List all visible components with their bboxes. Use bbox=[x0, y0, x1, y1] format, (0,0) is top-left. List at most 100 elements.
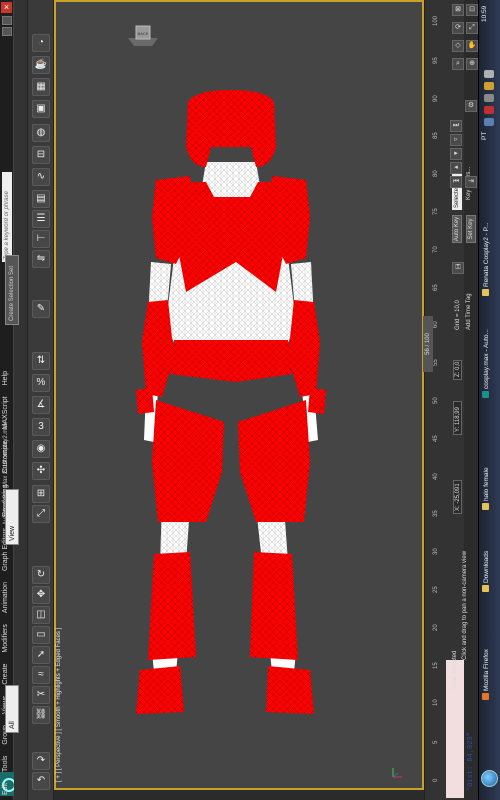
go-to-end-icon[interactable]: ⏭ bbox=[450, 120, 462, 132]
pivot-icon[interactable]: ⊞ bbox=[32, 485, 50, 503]
time-ruler-tick-label: 100 bbox=[433, 15, 439, 26]
add-time-tag-button[interactable]: Add Time Tag bbox=[466, 293, 472, 330]
scale-icon[interactable]: ⤢ bbox=[32, 505, 50, 523]
minimize-icon[interactable] bbox=[2, 16, 12, 25]
restore-icon[interactable] bbox=[2, 27, 12, 36]
zoom-extents-icon[interactable]: ⊠ bbox=[452, 4, 464, 16]
taskbar-item-firefox[interactable]: Mozilla Firefox bbox=[482, 649, 490, 700]
set-key-button[interactable]: Set Key bbox=[466, 215, 476, 243]
reference-coordinate-dropdown[interactable]: View bbox=[5, 489, 19, 545]
layer-icon[interactable]: ☰ bbox=[32, 210, 50, 228]
volume-icon[interactable] bbox=[484, 94, 494, 102]
bind-icon[interactable]: ≈ bbox=[32, 666, 50, 684]
flag-icon[interactable] bbox=[484, 82, 494, 90]
spinner-snap-icon[interactable]: ⇅ bbox=[32, 352, 50, 370]
time-ruler-tick-label: 95 bbox=[433, 57, 439, 64]
move-icon[interactable]: ✥ bbox=[32, 586, 50, 604]
start-button-icon[interactable] bbox=[481, 770, 498, 787]
render-setup-icon[interactable]: ▣ bbox=[32, 100, 50, 118]
time-slider[interactable]: 56 / 100 bbox=[423, 316, 433, 372]
taskbar-item-halo-female[interactable]: halo female bbox=[482, 467, 490, 510]
language-indicator[interactable]: PT bbox=[481, 132, 488, 140]
z-value: 0,0 bbox=[455, 361, 461, 370]
key-mode-icon[interactable]: ⇥ bbox=[465, 176, 477, 188]
link-icon[interactable]: ⛓ bbox=[32, 706, 50, 724]
maximize-icon[interactable]: ⤢ bbox=[466, 22, 478, 34]
search-input[interactable]: Type a keyword or phrase bbox=[2, 172, 12, 262]
zoom-extents-all-icon[interactable]: ⊡ bbox=[466, 4, 478, 16]
next-frame-icon[interactable]: ▹ bbox=[450, 134, 462, 146]
3dsmax-icon bbox=[482, 391, 489, 398]
redo-icon[interactable]: ↷ bbox=[32, 752, 50, 770]
taskbar-item-3dsmax[interactable]: cosplay.max - Auto... bbox=[482, 329, 490, 398]
taskbar-item-downloads[interactable]: Downloads bbox=[482, 551, 490, 592]
render-production-icon[interactable]: ◔ bbox=[32, 34, 50, 52]
main-toolbar: ↶ ↷ ⛓ ✂ ≈ ➚ ▭ ◫ ✥ ↻ ⤢ ⊞ ✣ ◉ 3 ∡ % ⇅ ✎ ⇋ … bbox=[28, 0, 54, 800]
previous-frame-icon[interactable]: ◂ bbox=[450, 162, 462, 174]
mirror-icon[interactable]: ⇋ bbox=[32, 250, 50, 268]
render-frame-icon[interactable]: ▦ bbox=[32, 78, 50, 96]
go-to-start-icon[interactable]: ⏮ bbox=[450, 176, 462, 188]
x-coordinate-field[interactable]: X: -25,091 bbox=[453, 480, 462, 514]
taskbar-item-label: halo female bbox=[483, 467, 490, 501]
time-ruler-tick-label: 75 bbox=[433, 208, 439, 215]
curve-editor-icon[interactable]: ∿ bbox=[32, 168, 50, 186]
menu-maxscript[interactable]: MAXScript bbox=[2, 396, 9, 429]
menu-help[interactable]: Help bbox=[2, 371, 9, 385]
maxscript-listener-text: "Dist: 84,923" bbox=[467, 732, 475, 791]
named-selection-set-input[interactable]: Create Selection Set bbox=[5, 255, 19, 325]
schematic-icon[interactable]: ⊟ bbox=[32, 146, 50, 164]
menu-modifiers[interactable]: Modifiers bbox=[2, 624, 9, 652]
key-icon[interactable]: ⚿ bbox=[452, 262, 464, 274]
menu-animation[interactable]: Animation bbox=[2, 582, 9, 613]
perspective-viewport[interactable]: BACK bbox=[54, 0, 424, 790]
viewport-label[interactable]: [ + ] [ Perspective ] [ Smooth + Highlig… bbox=[56, 628, 62, 782]
time-ruler-tick-label: 10 bbox=[433, 699, 439, 707]
time-ruler-tick-label: 40 bbox=[433, 472, 439, 480]
edit-named-sets-icon[interactable]: ✎ bbox=[32, 300, 50, 318]
close-icon[interactable]: × bbox=[1, 2, 12, 13]
menu-tools[interactable]: Tools bbox=[2, 756, 9, 772]
material-editor-icon[interactable]: ◍ bbox=[32, 124, 50, 142]
time-ruler-tick-label: 60 bbox=[433, 321, 439, 329]
angle-snap-wedge-icon[interactable]: ∡ bbox=[32, 396, 50, 414]
pan-icon[interactable]: ✋ bbox=[466, 40, 478, 52]
window-crossing-icon[interactable]: ◫ bbox=[32, 606, 50, 624]
snap-icon[interactable]: ◉ bbox=[32, 440, 50, 458]
time-ruler-tick-label: 15 bbox=[433, 661, 439, 669]
menu-customize[interactable]: Customize bbox=[2, 440, 9, 473]
menu-edit[interactable]: Edit bbox=[2, 783, 9, 795]
z-coordinate-field[interactable]: Z: 0,0 bbox=[453, 360, 462, 380]
ribbon-icon[interactable]: ▤ bbox=[32, 190, 50, 208]
align-icon[interactable]: ⊢ bbox=[32, 230, 50, 248]
move-gizmo-icon[interactable]: ✣ bbox=[32, 462, 50, 480]
render-icon[interactable]: ☕ bbox=[32, 56, 50, 74]
angle-snap-icon[interactable]: 3 bbox=[32, 418, 50, 436]
selection-status: None Selected bbox=[452, 650, 458, 690]
taskbar-item-photoshop[interactable]: Renata Cosplay2 - P... bbox=[482, 222, 490, 296]
select-icon[interactable]: ➚ bbox=[32, 646, 50, 664]
y-label: Y: bbox=[455, 426, 461, 432]
menu-create[interactable]: Create bbox=[2, 664, 9, 685]
zoom-all-icon[interactable]: ⊕ bbox=[466, 58, 478, 70]
antivirus-icon[interactable] bbox=[484, 106, 494, 114]
unlink-icon[interactable]: ✂ bbox=[32, 686, 50, 704]
undo-icon[interactable]: ↶ bbox=[32, 772, 50, 790]
selection-filter-dropdown[interactable]: All bbox=[5, 685, 19, 733]
region-select-icon[interactable]: ▭ bbox=[32, 626, 50, 644]
field-of-view-icon[interactable]: ◇ bbox=[452, 40, 464, 52]
zoom-icon[interactable]: ⌕ bbox=[452, 58, 464, 70]
y-coordinate-field[interactable]: Y: 118,99 bbox=[453, 401, 462, 435]
rotate-icon[interactable]: ↻ bbox=[32, 566, 50, 584]
percent-snap-icon[interactable]: % bbox=[32, 374, 50, 392]
network-icon[interactable] bbox=[484, 118, 494, 126]
grid-size-label: Grid = 10,0 bbox=[455, 300, 461, 330]
taskbar-item-label: Renata Cosplay2 - P... bbox=[483, 222, 490, 287]
orbit-icon[interactable]: ⟳ bbox=[452, 22, 464, 34]
tray-arrow-icon[interactable] bbox=[484, 70, 494, 78]
play-icon[interactable]: ▸ bbox=[450, 148, 462, 160]
prompt-text: Click and drag to pan a non-camera view bbox=[462, 550, 468, 660]
auto-key-button[interactable]: Auto Key bbox=[452, 215, 462, 243]
time-config-icon[interactable]: ⚙ bbox=[465, 100, 477, 112]
system-clock[interactable]: 10:59 bbox=[481, 6, 488, 22]
